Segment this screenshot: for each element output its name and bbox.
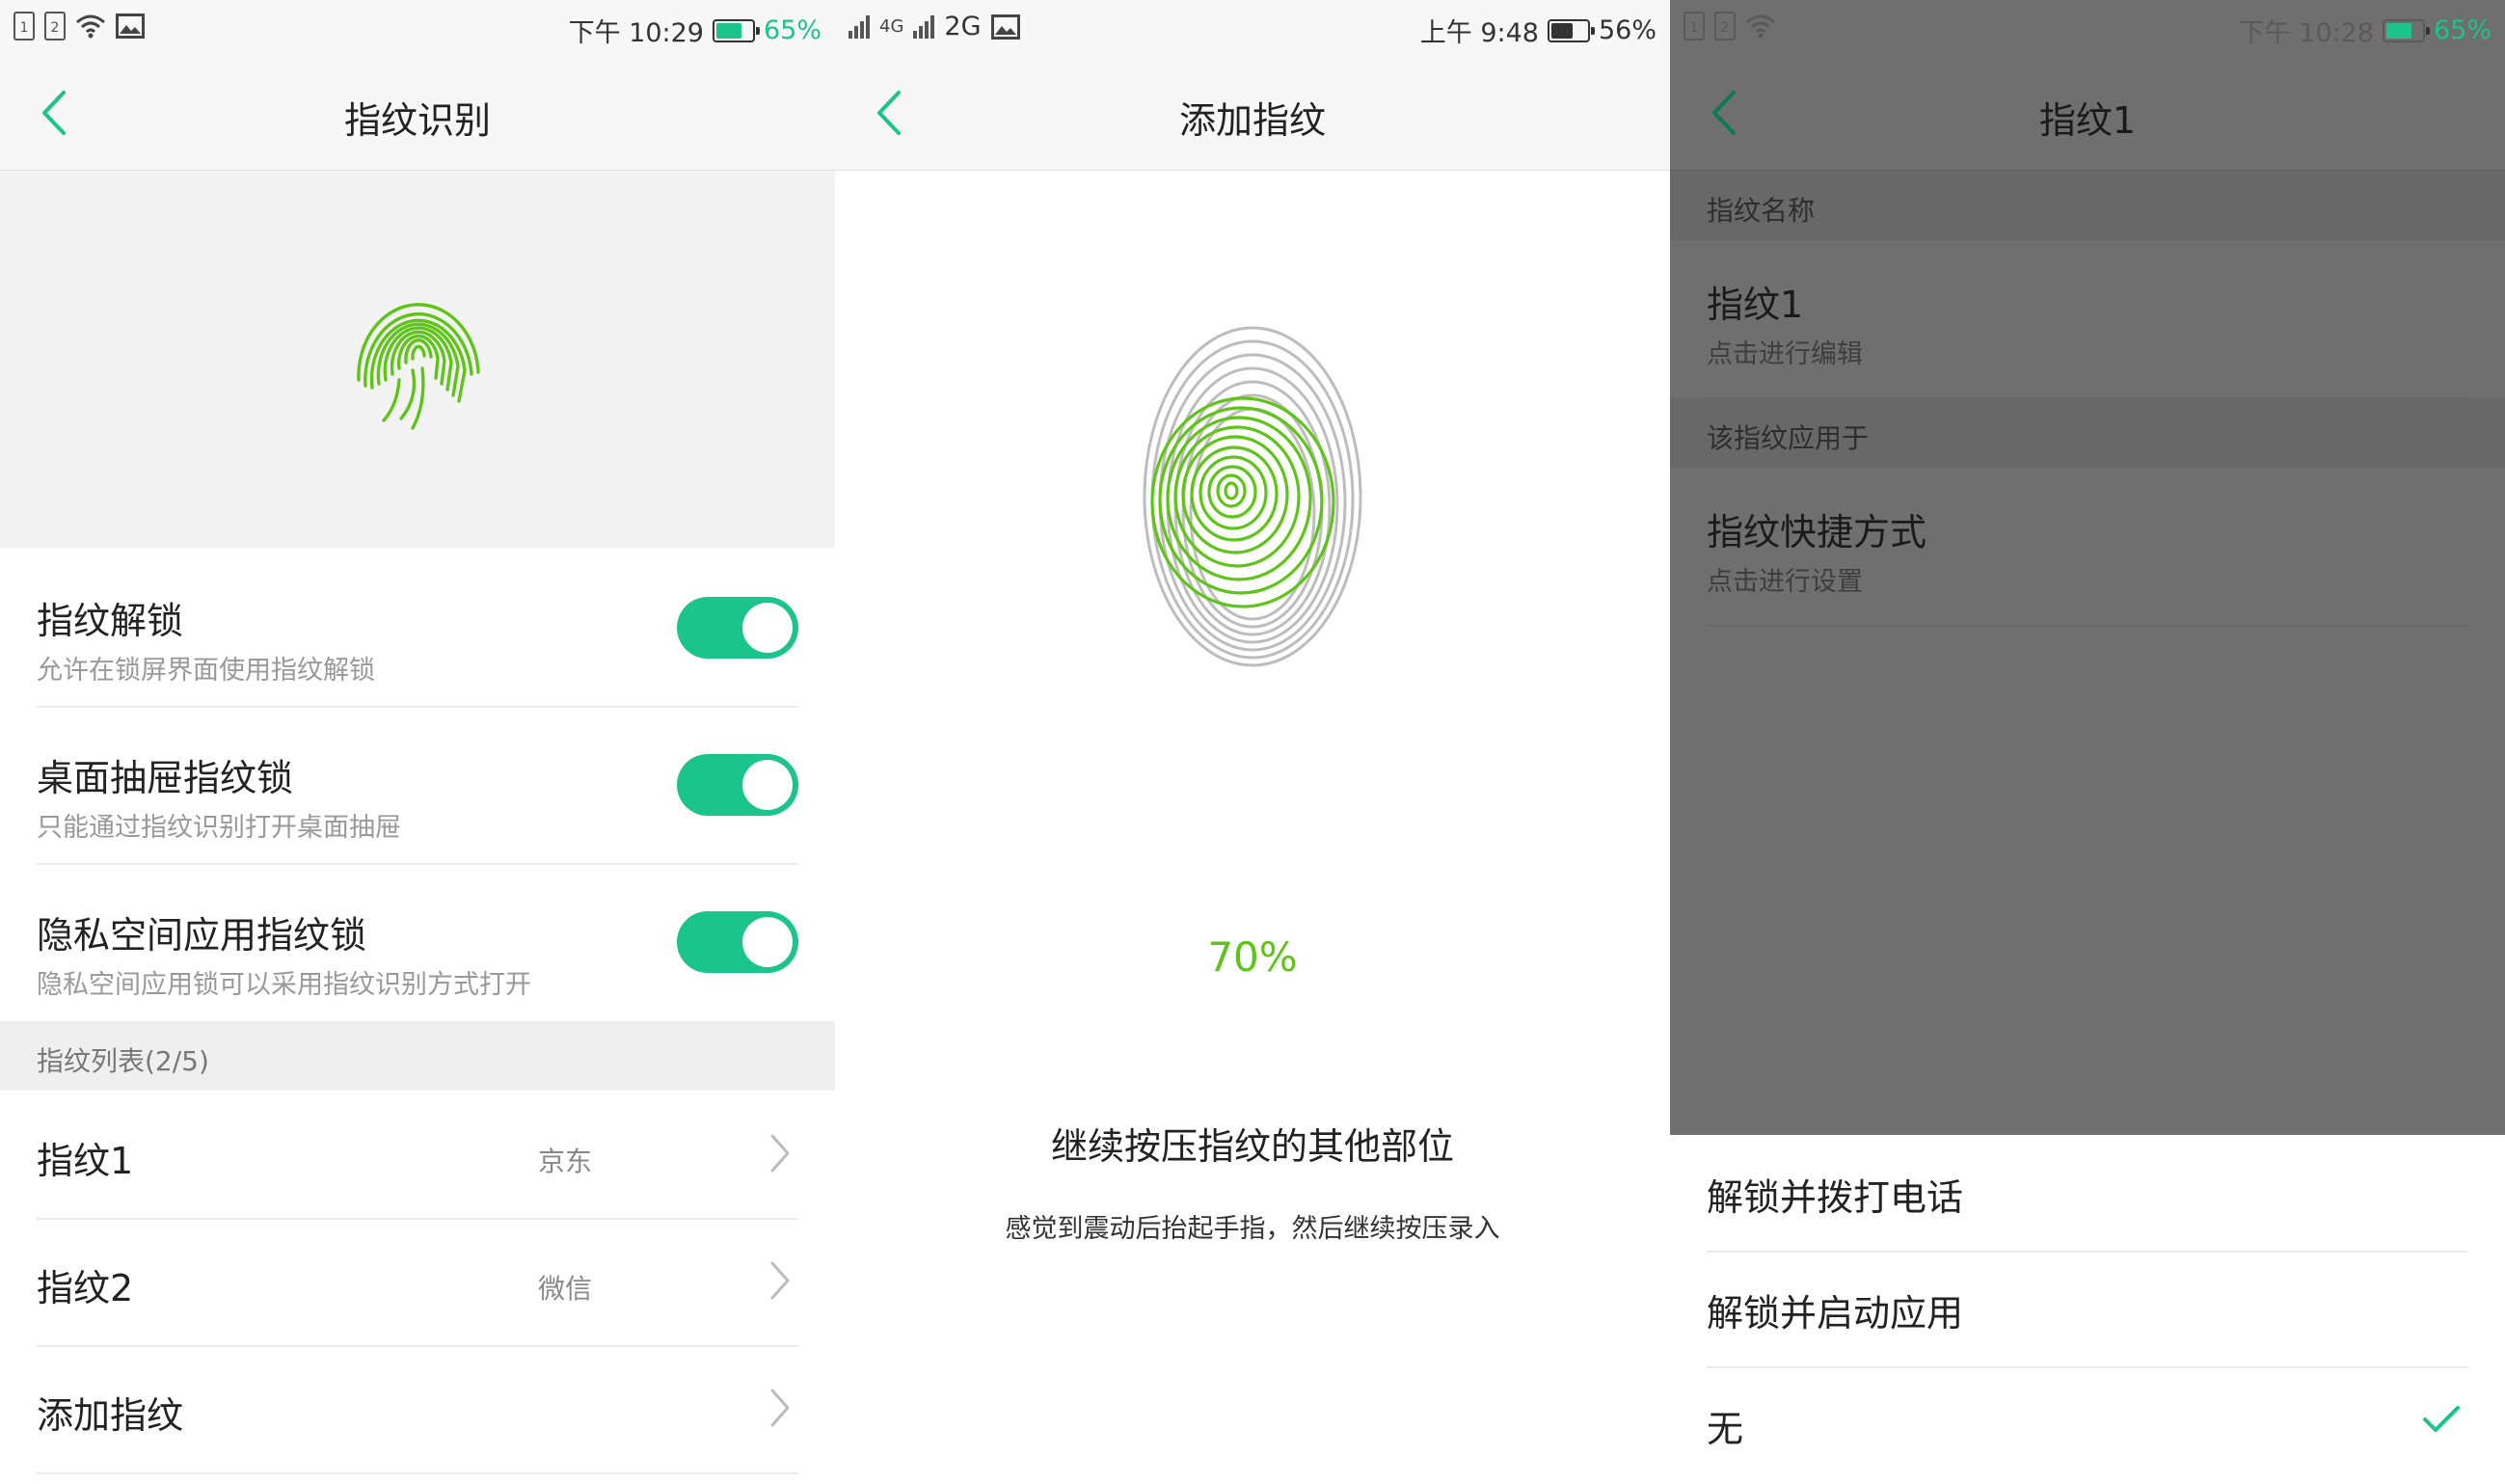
row-title: 指纹快捷方式 — [1707, 511, 1927, 553]
toggle-row-private-space-lock: 隐私空间应用指纹锁 隐私空间应用锁可以采用指纹识别方式打开 — [37, 863, 798, 1020]
fingerprint-unlock-switch[interactable] — [677, 597, 798, 659]
enroll-instruction: 继续按压指纹的其他部位 — [1050, 1125, 1454, 1168]
status-time: 下午 10:29 — [568, 18, 704, 48]
signal-icon — [913, 14, 935, 39]
chevron-right-icon — [770, 1134, 790, 1173]
row-title: 添加指纹 — [37, 1394, 184, 1437]
battery-percent: 56% — [1598, 15, 1657, 45]
status-time: 下午 10:28 — [2238, 18, 2374, 48]
private-space-lock-switch[interactable] — [677, 911, 798, 973]
section-apply-to: 该指纹应用于 — [1670, 398, 2505, 468]
row-subtitle: 点击进行设置 — [1707, 567, 1863, 597]
wifi-icon — [1746, 14, 1775, 39]
enroll-progress-percent: 70% — [1207, 933, 1298, 981]
enroll-subinstruction: 感觉到震动后抬起手指，然后继续按压录入 — [1005, 1214, 1500, 1244]
top-nav-bar: 添加指纹 — [835, 56, 1670, 171]
shortcut-options-sheet: 解锁并拨打电话 解锁并启动应用 无 — [1670, 1135, 2505, 1484]
option-none[interactable]: 无 — [1707, 1366, 2468, 1482]
option-label: 解锁并启动应用 — [1707, 1292, 1964, 1335]
fingerprint-hero — [0, 171, 835, 549]
section-label: 该指纹应用于 — [1707, 422, 1870, 454]
drawer-lock-switch[interactable] — [677, 754, 798, 816]
battery-icon — [2382, 18, 2430, 42]
option-label: 解锁并拨打电话 — [1707, 1176, 1964, 1219]
row-subtitle: 只能通过指纹识别打开桌面抽屉 — [37, 813, 401, 843]
image-icon — [116, 13, 145, 39]
chevron-right-icon — [770, 1261, 790, 1300]
section-fingerprint-name: 指纹名称 — [1670, 171, 2505, 240]
add-fingerprint-screen: 4G 2G 上午 9:48 56% 添加指纹 70% 继续按压指纹的其他部位 感… — [835, 0, 1670, 1484]
chevron-right-icon — [770, 1389, 790, 1427]
row-title: 指纹解锁 — [37, 600, 184, 642]
row-value: 微信 — [537, 1273, 592, 1305]
row-subtitle: 点击进行编辑 — [1707, 339, 1863, 369]
top-nav-bar: 指纹识别 — [0, 56, 835, 171]
signal-icon — [848, 14, 870, 39]
row-value: 京东 — [537, 1146, 592, 1177]
list-item-fingerprint1[interactable]: 指纹1 京东 — [37, 1091, 798, 1220]
section-label: 指纹列表(2/5) — [37, 1045, 209, 1077]
sim1-icon: 1 — [13, 12, 35, 40]
row-title: 指纹1 — [37, 1140, 134, 1182]
page-title: 指纹1 — [2038, 99, 2137, 142]
battery-icon — [1547, 18, 1595, 42]
network-type-2: 2G — [944, 12, 982, 41]
sim2-icon: 2 — [1714, 12, 1736, 40]
fingerprint-list-header: 指纹列表(2/5) — [0, 1021, 835, 1091]
page-title: 指纹识别 — [343, 99, 491, 142]
option-unlock-and-call[interactable]: 解锁并拨打电话 — [1707, 1135, 2468, 1253]
fingerprint-enroll-area — [835, 318, 1670, 679]
option-unlock-and-launch-app[interactable]: 解锁并启动应用 — [1707, 1251, 2468, 1368]
status-bar: 4G 2G 上午 9:48 56% — [835, 0, 1670, 56]
list-item-add-fingerprint[interactable]: 添加指纹 — [37, 1345, 798, 1474]
sim1-icon: 1 — [1683, 12, 1705, 40]
image-icon — [990, 13, 1020, 40]
toggle-row-fingerprint-unlock: 指纹解锁 允许在锁屏界面使用指纹解锁 — [37, 549, 798, 708]
section-label: 指纹名称 — [1707, 195, 1816, 227]
status-bar: 1 2 下午 10:28 65% — [1670, 0, 2505, 56]
row-title: 指纹2 — [37, 1267, 134, 1309]
sim2-icon: 2 — [44, 12, 66, 40]
row-title: 桌面抽屉指纹锁 — [37, 757, 294, 799]
page-title: 添加指纹 — [1178, 99, 1326, 142]
status-time: 上午 9:48 — [1419, 18, 1539, 48]
battery-icon — [712, 18, 760, 42]
battery-percent: 65% — [2433, 15, 2492, 45]
row-title: 隐私空间应用指纹锁 — [37, 914, 367, 957]
top-nav-bar: 指纹1 — [1670, 56, 2505, 171]
fingerprint-shortcut-row[interactable]: 指纹快捷方式 点击进行设置 — [1707, 468, 2468, 627]
network-type-1: 4G — [879, 15, 904, 37]
row-title: 指纹1 — [1707, 283, 1804, 326]
fingerprint-name-row[interactable]: 指纹1 点击进行编辑 — [1707, 240, 2468, 399]
wifi-icon — [76, 14, 105, 39]
battery-percent: 65% — [763, 15, 822, 45]
row-subtitle: 隐私空间应用锁可以采用指纹识别方式打开 — [37, 970, 531, 1000]
fingerprint-icon — [1143, 326, 1362, 667]
fingerprint-settings-screen: 1 2 下午 10:29 65% 指纹识别 指纹解锁 允许在锁屏界面使用指纹解锁… — [0, 0, 835, 1484]
status-bar: 1 2 下午 10:29 65% — [0, 0, 835, 56]
fingerprint-icon — [357, 303, 480, 430]
check-icon — [2423, 1406, 2460, 1432]
row-subtitle: 允许在锁屏界面使用指纹解锁 — [37, 656, 375, 686]
toggle-row-drawer-lock: 桌面抽屉指纹锁 只能通过指纹识别打开桌面抽屉 — [37, 706, 798, 865]
option-label: 无 — [1707, 1408, 1744, 1450]
fingerprint-detail-screen: 1 2 下午 10:28 65% 指纹1 指纹名称 指纹1 点击进行编辑 该指纹… — [1670, 0, 2505, 1484]
list-item-fingerprint2[interactable]: 指纹2 微信 — [37, 1218, 798, 1347]
